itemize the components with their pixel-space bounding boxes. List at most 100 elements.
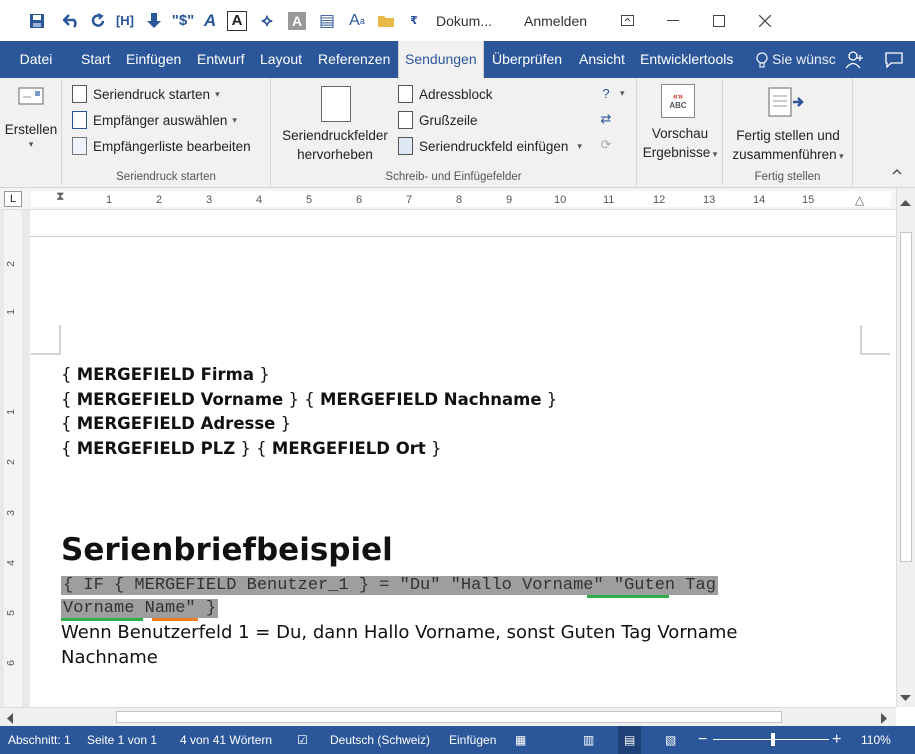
erstellen-button[interactable]: Erstellen ▾	[0, 82, 62, 150]
text-box-icon[interactable]: A	[222, 0, 252, 41]
group-label-felder: Schreib- und Einfügefelder	[385, 171, 522, 183]
paint-icon[interactable]: ⟡	[252, 0, 282, 41]
scroll-down-icon[interactable]	[900, 690, 911, 705]
collapse-ribbon-icon[interactable]	[892, 166, 902, 178]
ruler-number: 13	[703, 194, 716, 206]
read-mode-icon[interactable]: ▥	[583, 726, 594, 754]
status-words[interactable]: 4 von 41 Wörtern	[180, 726, 272, 754]
tab-ansicht[interactable]: Ansicht	[579, 41, 625, 78]
chevron-down-icon: ▾	[232, 114, 237, 125]
proofing-icon[interactable]: ☑	[297, 726, 308, 754]
maximize-icon[interactable]	[696, 0, 742, 41]
vruler-number: 1	[4, 409, 17, 415]
share-person-icon[interactable]	[845, 41, 865, 78]
fertig-label-2: zusammenführen	[732, 147, 837, 162]
macro-icon[interactable]	[140, 0, 168, 41]
update-labels-button[interactable]: ⟳	[597, 136, 615, 154]
insert-merge-field-icon	[396, 137, 414, 155]
horizontal-ruler[interactable]: L 1 2 3 4 5 6 7 8 9 10 11 12 13 14 15 ⧗ …	[0, 188, 915, 210]
open-folder-icon[interactable]	[372, 0, 402, 41]
ruler-number: 11	[603, 194, 615, 206]
ruler-number: 14	[753, 194, 766, 206]
grusszeile-button[interactable]: Grußzeile	[396, 111, 478, 129]
ruler-number: 5	[306, 194, 313, 206]
macro-record-icon[interactable]: ▦	[515, 726, 526, 754]
superscript-icon[interactable]: Aa	[342, 0, 372, 41]
group-label-fertig: Fertig stellen	[754, 171, 821, 183]
left-indent-marker[interactable]: ⧗	[56, 189, 64, 204]
vertical-scrollbar[interactable]	[896, 188, 915, 707]
tab-entwurf[interactable]: Entwurf	[197, 41, 244, 78]
customize-icon[interactable]: ₹	[402, 0, 426, 41]
status-bar: Abschnitt: 1 Seite 1 von 1 4 von 41 Wört…	[0, 726, 915, 754]
document-area: 2 1 1 2 3 4 5 6 { MERGEFIELD Firma } { M…	[0, 210, 896, 707]
signin-link[interactable]: Anmelden	[524, 13, 604, 29]
tab-referenzen[interactable]: Referenzen	[318, 41, 390, 78]
insert-field-icon[interactable]: "$"	[168, 0, 198, 41]
minimize-icon[interactable]	[650, 0, 696, 41]
envelope-icon	[18, 87, 44, 105]
empfaenger-auswaehlen-button[interactable]: Empfänger auswählen ▾	[70, 111, 237, 129]
vorschau-ergebnisse-button[interactable]: Vorschau Ergebnisse ▾	[637, 124, 723, 164]
comments-icon[interactable]	[885, 41, 903, 78]
status-zoom[interactable]: 110%	[861, 726, 891, 754]
save-icon[interactable]	[22, 0, 52, 41]
tell-me-box[interactable]: Sie wünsc	[756, 41, 836, 78]
previous-page-edge	[30, 210, 896, 237]
ribbon-display-options-icon[interactable]	[604, 0, 650, 41]
adressblock-button[interactable]: Adressblock	[396, 85, 493, 103]
zoom-slider-thumb[interactable]	[771, 733, 775, 746]
zoom-out-icon[interactable]: −	[698, 726, 707, 754]
rules-button[interactable]: ? ▾	[597, 84, 624, 102]
seriendruckfelder-hervorheben-button[interactable]: Seriendruckfelder hervorheben	[275, 126, 395, 164]
group-label-seriendruck: Seriendruck starten	[116, 171, 216, 183]
tab-ueberpruefen[interactable]: Überprüfen	[492, 41, 562, 78]
horizontal-scroll-thumb[interactable]	[116, 711, 782, 723]
if-field-code-line-2: Vorname Name" }	[61, 599, 219, 618]
vorschau-label-1: Vorschau	[651, 126, 709, 141]
tab-selector[interactable]: L	[4, 191, 22, 207]
format-icon[interactable]: A	[198, 0, 222, 41]
preview-icon-wrap: «» ABC	[661, 84, 695, 118]
highlight-icon[interactable]: A	[282, 0, 312, 41]
status-section[interactable]: Abschnitt: 1	[8, 726, 71, 754]
seriendruck-starten-button[interactable]: Seriendruck starten ▾	[70, 85, 220, 103]
mail-merge-icon	[70, 85, 88, 103]
web-layout-icon[interactable]: ▧	[665, 726, 676, 754]
document-page[interactable]: { MERGEFIELD Firma } { MERGEFIELD Vornam…	[30, 237, 896, 707]
tab-einfuegen[interactable]: Einfügen	[126, 41, 181, 78]
redo-icon[interactable]	[86, 0, 110, 41]
match-fields-button[interactable]: ⇄	[597, 110, 615, 128]
tab-entwicklertools[interactable]: Entwicklertools	[640, 41, 733, 78]
status-page[interactable]: Seite 1 von 1	[87, 726, 157, 754]
right-indent-marker[interactable]: △	[855, 193, 864, 207]
vertical-scroll-thumb[interactable]	[900, 232, 912, 562]
tab-start[interactable]: Start	[81, 41, 111, 78]
undo-icon[interactable]	[58, 0, 86, 41]
liste-label: Empfängerliste bearbeiten	[93, 138, 251, 154]
tab-datei[interactable]: Datei	[0, 41, 72, 78]
scroll-up-icon[interactable]	[900, 194, 911, 209]
close-icon[interactable]	[742, 0, 788, 41]
tab-layout[interactable]: Layout	[260, 41, 302, 78]
vertical-ruler[interactable]: 2 1 1 2 3 4 5 6	[4, 210, 22, 707]
field-codes-icon[interactable]: [H]	[110, 0, 140, 41]
zoom-in-icon[interactable]: +	[832, 726, 841, 754]
update-labels-icon: ⟳	[600, 137, 612, 152]
status-language[interactable]: Deutsch (Schweiz)	[330, 726, 430, 754]
seriendruck-starten-label: Seriendruck starten	[93, 86, 211, 102]
vruler-number: 6	[4, 660, 17, 666]
scroll-right-icon[interactable]	[881, 712, 888, 727]
result-text-line-1: Wenn Benutzerfeld 1 = Du, dann Hallo Vor…	[61, 622, 738, 643]
highlight-fields-icon-wrap	[321, 86, 351, 122]
chevron-down-icon: ▾	[28, 139, 34, 149]
scroll-left-icon[interactable]	[6, 712, 13, 727]
fertig-stellen-button[interactable]: Fertig stellen und zusammenführen ▾	[723, 126, 853, 166]
merge-icon[interactable]: ▤	[312, 0, 342, 41]
print-layout-icon[interactable]: ▤	[618, 726, 642, 754]
status-mode[interactable]: Einfügen	[449, 726, 496, 754]
seriendruckfeld-einfuegen-button[interactable]: Seriendruckfeld einfügen ▾	[396, 137, 582, 155]
tab-sendungen[interactable]: Sendungen	[398, 41, 484, 78]
empfaengerliste-bearbeiten-button[interactable]: Empfängerliste bearbeiten	[70, 137, 251, 155]
horizontal-scrollbar[interactable]	[0, 707, 896, 726]
